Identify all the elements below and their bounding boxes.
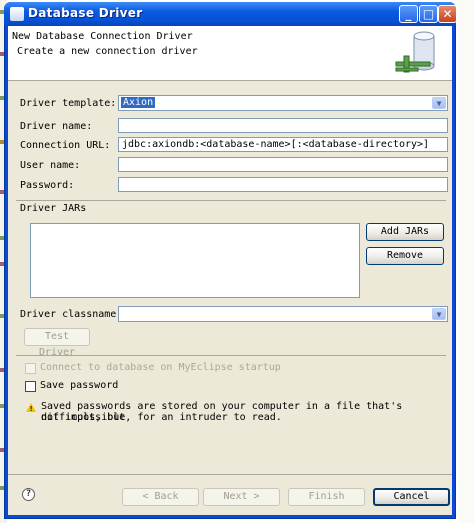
help-icon[interactable]: ? bbox=[22, 488, 35, 501]
driver-name-label: Driver name: bbox=[20, 121, 93, 132]
finish-button[interactable]: Finish bbox=[288, 488, 365, 506]
database-icon bbox=[395, 31, 435, 73]
title-bar[interactable]: Database Driver _ □ ✕ bbox=[4, 2, 457, 26]
driver-template-select[interactable]: Axion ▼ bbox=[118, 95, 448, 111]
window-title: Database Driver bbox=[28, 6, 143, 20]
window-icon bbox=[10, 7, 24, 21]
dialog-client-area: New Database Connection Driver Create a … bbox=[8, 26, 452, 515]
connection-url-input[interactable]: jdbc:axiondb:<database-name>[:<database-… bbox=[118, 137, 448, 152]
remove-jar-button[interactable]: Remove bbox=[366, 247, 444, 265]
banner-message: Create a new connection driver bbox=[17, 46, 198, 57]
connection-url-label: Connection URL: bbox=[20, 140, 111, 151]
maximize-button[interactable]: □ bbox=[419, 5, 438, 23]
connect-on-startup-label: Connect to database on MyEclipse startup bbox=[40, 362, 281, 373]
chevron-down-icon[interactable]: ▼ bbox=[432, 97, 446, 109]
driver-jars-label: Driver JARs bbox=[20, 203, 87, 214]
next-button[interactable]: Next > bbox=[203, 488, 280, 506]
footer-separator bbox=[8, 474, 452, 475]
separator bbox=[16, 200, 446, 201]
password-label: Password: bbox=[20, 180, 75, 191]
password-input[interactable] bbox=[118, 177, 448, 192]
driver-jars-list[interactable] bbox=[30, 223, 360, 298]
warning-text-line2: not impossible, for an intruder to read. bbox=[41, 412, 282, 423]
driver-template-label: Driver template: bbox=[20, 98, 117, 109]
driver-name-input[interactable] bbox=[118, 118, 448, 133]
ide-background-right bbox=[459, 0, 474, 523]
wizard-banner: New Database Connection Driver Create a … bbox=[8, 26, 452, 81]
separator bbox=[16, 355, 446, 356]
save-password-checkbox[interactable] bbox=[25, 381, 36, 392]
connect-on-startup-checkbox[interactable] bbox=[25, 363, 36, 374]
cancel-button[interactable]: Cancel bbox=[373, 488, 450, 506]
close-button[interactable]: ✕ bbox=[438, 5, 457, 23]
driver-template-value: Axion bbox=[121, 97, 156, 108]
driver-classname-label: Driver classname: bbox=[20, 309, 123, 320]
user-name-label: User name: bbox=[20, 160, 81, 171]
user-name-input[interactable] bbox=[118, 157, 448, 172]
chevron-down-icon[interactable]: ▼ bbox=[432, 308, 446, 320]
back-button[interactable]: < Back bbox=[122, 488, 199, 506]
banner-title: New Database Connection Driver bbox=[12, 31, 193, 42]
warning-icon-mark: ! bbox=[29, 405, 34, 413]
driver-classname-select[interactable]: ▼ bbox=[118, 306, 448, 322]
test-driver-button[interactable]: Test Driver bbox=[24, 328, 90, 358]
database-driver-dialog: Database Driver _ □ ✕ New Database Conne… bbox=[4, 2, 457, 519]
minimize-button[interactable]: _ bbox=[399, 5, 418, 23]
add-jars-button[interactable]: Add JARs bbox=[366, 223, 444, 241]
save-password-label: Save password bbox=[40, 380, 119, 391]
